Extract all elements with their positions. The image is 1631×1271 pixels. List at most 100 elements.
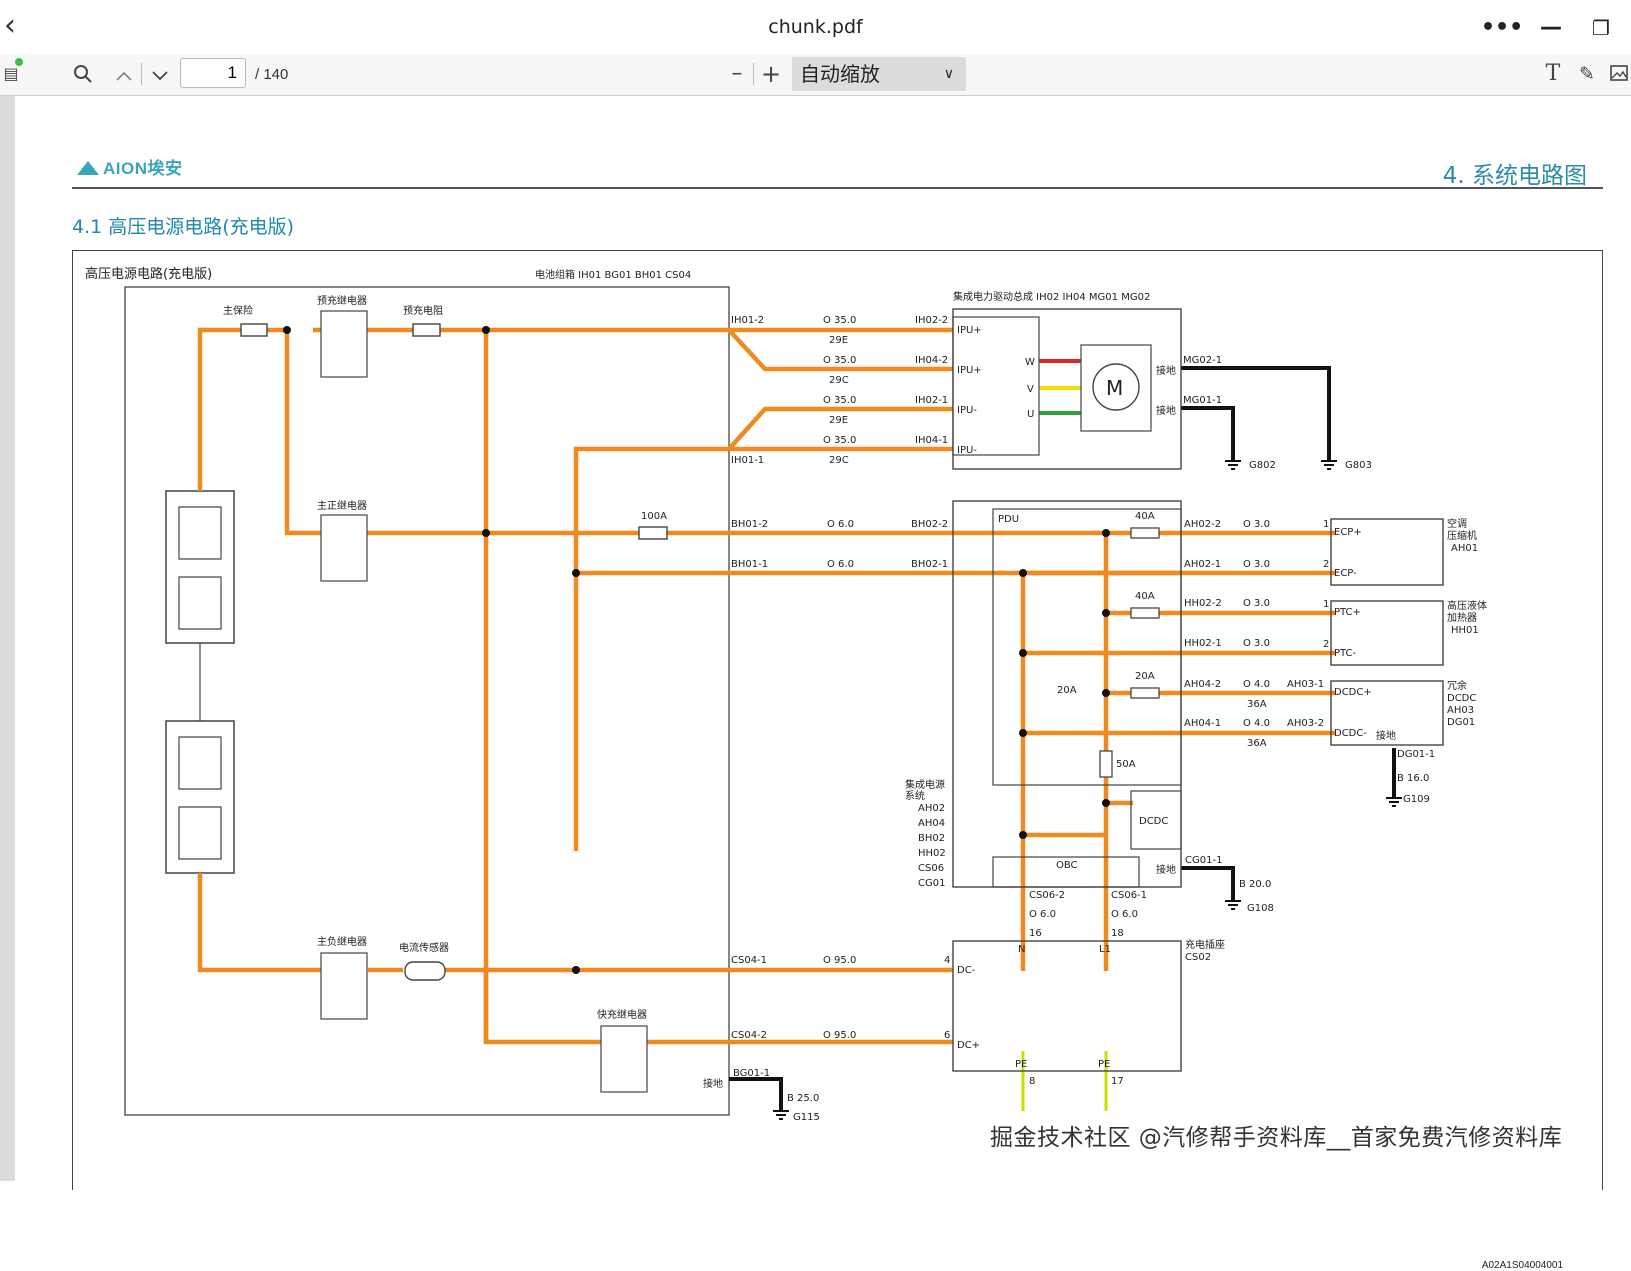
main-pos-relay-symbol — [320, 514, 368, 582]
wire-spec: O 35.0 — [823, 435, 856, 446]
wire-from: CS04-2 — [731, 1030, 767, 1041]
pin-number: 17 — [1111, 1076, 1124, 1087]
pdf-page: AION埃安 4. 系统电路图 4.1 高压电源电路(充电版) 高压电源电路(充… — [15, 96, 1631, 1271]
battery-cell — [178, 736, 222, 790]
image-tool-icon[interactable] — [1606, 58, 1631, 90]
wire-spec: O 95.0 — [823, 1030, 856, 1041]
wire-from: CS04-1 — [731, 955, 767, 966]
wire-from: CS06-2 — [1029, 890, 1065, 901]
next-page-icon[interactable] — [146, 58, 174, 90]
logo-text: AION埃安 — [103, 159, 183, 178]
battery-cell — [178, 576, 222, 630]
header-divider — [72, 187, 1603, 189]
pin-label: IPU+ — [957, 325, 982, 336]
ecp-label: 压缩机 — [1447, 529, 1477, 542]
fast-charge-relay-label: 快充继电器 — [597, 1008, 647, 1021]
zoom-select[interactable]: 自动缩放 ∨ — [792, 57, 966, 91]
power-system-label: 集成电源 — [905, 778, 945, 791]
wire-spec: O 3.0 — [1243, 519, 1270, 530]
wire-spec: O 3.0 — [1243, 638, 1270, 649]
power-system-label: CG01 — [918, 878, 945, 889]
draw-tool-icon[interactable]: ✎ — [1573, 58, 1601, 90]
main-neg-relay-label: 主负继电器 — [317, 935, 367, 948]
ptc-label: 高压液体 — [1447, 599, 1487, 612]
zoom-in-icon[interactable]: + — [756, 58, 786, 90]
watermark: 掘金技术社区 @汽修帮手资料库__首家免费汽修资料库 — [990, 1125, 1563, 1151]
hv-wires — [197, 327, 1335, 1045]
power-system-label: 系统 — [905, 789, 925, 802]
ground-spec: B 25.0 — [787, 1093, 819, 1104]
wire-from: AH04-1 — [1184, 718, 1221, 729]
ptc-label: HH01 — [1451, 625, 1479, 636]
chevron-down-glyph — [152, 71, 168, 81]
previous-page-icon[interactable] — [110, 58, 138, 90]
wire-spec: O 4.0 — [1243, 718, 1270, 729]
zoom-out-icon[interactable]: – — [724, 58, 750, 90]
chevron-down-icon: ∨ — [943, 66, 954, 82]
page-number-input[interactable] — [180, 58, 246, 88]
fuse-100a-symbol — [638, 526, 668, 540]
pin-number: 1 — [1323, 519, 1329, 530]
ground-label: 接地 — [1156, 404, 1176, 417]
ground-conn: MG02-1 — [1183, 355, 1222, 366]
search-icon[interactable] — [68, 58, 98, 90]
pin-number: 18 — [1111, 928, 1124, 939]
chapter-title: 4. 系统电路图 — [1442, 163, 1587, 189]
ptc-label: 加热器 — [1447, 611, 1477, 624]
toolbar-divider — [141, 63, 142, 85]
pdu-label: PDU — [998, 514, 1019, 525]
pin-number: 2 — [1323, 639, 1329, 650]
toolbar-divider — [753, 63, 754, 85]
pin-number: 16 — [1029, 928, 1042, 939]
pin-label: V — [1027, 384, 1034, 395]
dcdc-redundant-label: DCDC — [1447, 693, 1476, 704]
wire-spec: O 6.0 — [1111, 909, 1138, 920]
power-system-label: HH02 — [918, 848, 946, 859]
wire-to: AH03-2 — [1287, 718, 1324, 729]
wire-code: 36A — [1247, 699, 1267, 710]
wire-code: 29C — [829, 455, 849, 466]
wire-spec: O 3.0 — [1243, 559, 1270, 570]
ground-spec: B 16.0 — [1397, 773, 1429, 784]
ground-wires — [729, 366, 1396, 1111]
ground-conn: CG01-1 — [1185, 855, 1222, 866]
pdu-fuse-50a — [1099, 750, 1113, 778]
restore-window-icon[interactable]: ❐ — [1581, 8, 1621, 48]
minimize-icon[interactable]: — — [1531, 8, 1571, 48]
pin-label: PTC- — [1334, 648, 1357, 659]
pdu-fuse — [1130, 607, 1160, 619]
logo-mark-icon — [77, 161, 99, 175]
wire-to: IH04-2 — [915, 355, 948, 366]
zoom-select-label: 自动缩放 — [800, 62, 880, 86]
thumbnail-gutter — [0, 96, 15, 1181]
wire-to: AH03-1 — [1287, 679, 1324, 690]
ecp-label: AH01 — [1451, 543, 1478, 554]
text-tool-icon[interactable]: T — [1539, 58, 1567, 90]
wire-from: BH01-1 — [731, 559, 768, 570]
wire-code: 29E — [829, 335, 848, 346]
brand-logo: AION埃安 — [77, 154, 183, 179]
dcdc-redundant-label: DG01 — [1447, 717, 1475, 728]
pin-number: 4 — [944, 955, 950, 966]
pin-label: PE — [1098, 1059, 1110, 1070]
ground-spec: B 20.0 — [1239, 879, 1271, 890]
ground-label: 接地 — [703, 1077, 723, 1090]
more-options-icon[interactable]: ••• — [1481, 8, 1523, 48]
pdu-fuse — [1130, 527, 1160, 539]
wire-spec: O 6.0 — [827, 559, 854, 570]
page-id: A02A1S04004001 — [1481, 1260, 1563, 1271]
fuse-rating: 20A — [1057, 685, 1077, 696]
dcdc-label: DCDC — [1139, 816, 1168, 827]
wire-from: AH04-2 — [1184, 679, 1221, 690]
pin-label: DC- — [957, 965, 976, 976]
wire-to: IH02-2 — [915, 315, 948, 326]
ground-conn: DG01-1 — [1397, 749, 1435, 760]
wire-main-fuse-in — [197, 327, 287, 491]
gnd-cg01 — [1181, 866, 1235, 901]
pin-label: PE — [1015, 1059, 1027, 1070]
ground-point: G108 — [1247, 903, 1274, 914]
wire-ipu-neg-1 — [573, 406, 953, 851]
battery-pack-outline — [124, 286, 730, 1116]
window-controls: ••• — ❐ — [1481, 8, 1631, 48]
ground-point: G802 — [1249, 460, 1276, 471]
